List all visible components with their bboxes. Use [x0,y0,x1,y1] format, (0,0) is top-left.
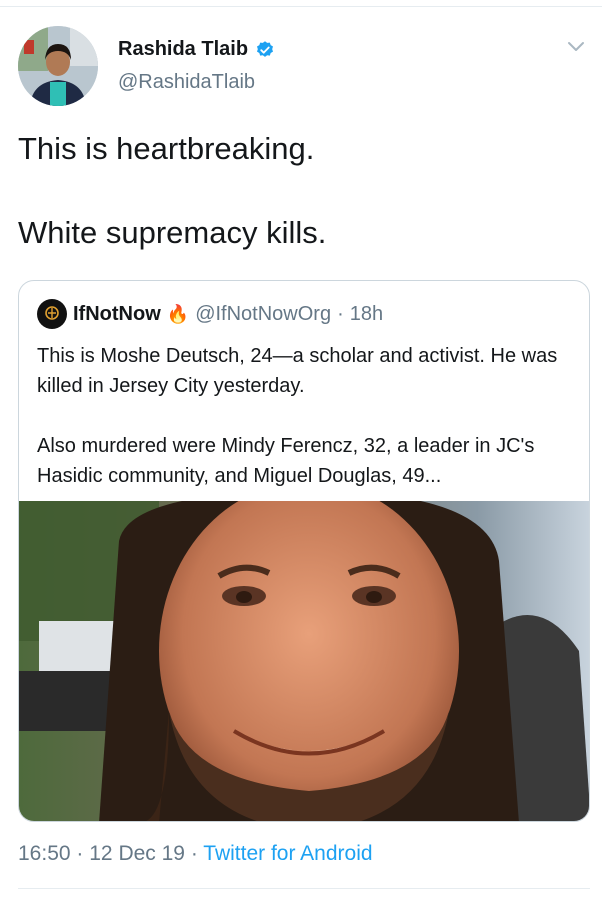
quoted-tweet-photo[interactable] [19,501,589,821]
quoted-tweet-text: This is Moshe Deutsch, 24—a scholar and … [37,341,577,491]
tweet-text: This is heartbreaking. White supremacy k… [18,128,584,254]
top-divider [0,6,602,7]
separator-dot: · [337,302,344,325]
verified-badge-icon [255,40,275,60]
tweet-text-line: White supremacy kills. [18,215,327,250]
chevron-down-icon[interactable] [564,34,588,58]
quoted-tweet[interactable]: IfNotNow 🔥 @IfNotNowOrg · 18h This is Mo… [18,280,590,822]
separator-dot: · [190,842,198,865]
author-info: Rashida Tlaib @RashidaTlaib [118,38,275,94]
quoted-author-handle[interactable]: @IfNotNowOrg [195,303,331,326]
tweet-time[interactable]: 16:50 [18,842,71,865]
quoted-tweet-header: IfNotNow 🔥 @IfNotNowOrg · 18h [37,299,383,329]
author-handle[interactable]: @RashidaTlaib [118,71,275,94]
tweet-text-line: This is heartbreaking. [18,131,315,166]
quoted-text-paragraph: This is Moshe Deutsch, 24—a scholar and … [37,345,558,397]
quoted-timestamp: 18h [349,302,384,325]
quoted-text-paragraph: Also murdered were Mindy Ferencz, 32, a … [37,435,535,487]
author-name[interactable]: Rashida Tlaib [118,38,248,61]
author-avatar[interactable] [18,26,98,106]
fire-icon: 🔥 [166,304,190,324]
tweet-date[interactable]: 12 Dec 19 [89,842,185,865]
tweet-header: Rashida Tlaib @RashidaTlaib [18,26,588,110]
quoted-author-name[interactable]: IfNotNow [73,303,161,326]
bottom-divider [18,888,590,889]
separator-dot: · [76,842,84,865]
quoted-author-avatar[interactable] [37,299,67,329]
tweet-source-link[interactable]: Twitter for Android [203,842,372,865]
tweet-meta: 16:50 · 12 Dec 19 · Twitter for Android [18,842,373,866]
